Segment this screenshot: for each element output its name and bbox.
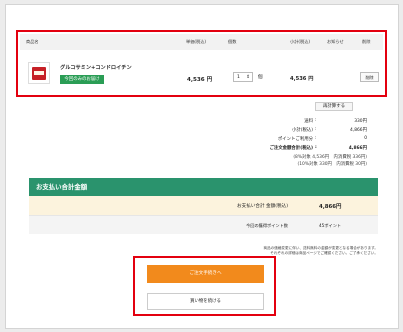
payment-total-section: お支払い合計金額 お支払い合計 金額(税込) 4,866円 今回の獲得ポイント数… <box>29 178 378 234</box>
unit-price: 4,536 円 <box>187 77 213 83</box>
action-buttons: ご注文手続きへ 買い物を続ける <box>133 256 276 316</box>
payment-total-label: お支払い合計 金額(税込) <box>237 204 288 209</box>
payment-total-row: お支払い合計 金額(税込) 4,866円 <box>29 196 378 216</box>
product-name[interactable]: グルコサミン+コンドロイチン <box>60 64 132 71</box>
one-time-delivery-badge: 今回のみのお届け <box>60 75 104 84</box>
header-product: 商品名 <box>26 39 39 44</box>
payment-total-heading: お支払い合計金額 <box>29 178 378 196</box>
summary-row-order-total: ご注文金額合計(税込) : 4,866円 <box>269 145 367 151</box>
continue-shopping-button[interactable]: 買い物を続ける <box>147 293 264 310</box>
cart-item-row: グルコサミン+コンドロイチン 今回のみのお届け 4,536 円 1 ⇕ 個 4,… <box>20 50 383 95</box>
summary-label: ご注文金額合計(税込) <box>269 146 313 151</box>
cart-table-header: 商品名 単価(税込) 個数 小計(税込) お知らせ 削除 <box>20 34 383 50</box>
tax-breakdown-8: (8%対象 4,536円 内消費税 336円) <box>293 155 367 160</box>
summary-row-points-used: ポイントご利用分 : 0 <box>277 136 367 142</box>
quantity-value: 1 <box>237 75 240 80</box>
cart-table: 商品名 単価(税込) 個数 小計(税込) お知らせ 削除 グルコサミン+コンドロ… <box>16 30 387 97</box>
item-subtotal: 4,536 円 <box>290 76 314 82</box>
quantity-unit: 個 <box>258 75 263 80</box>
tax-breakdown-10: (10%対象 330円 内消費税 30円) <box>297 162 367 167</box>
chevron-updown-icon: ⇕ <box>246 75 250 80</box>
payment-total-value: 4,866円 <box>319 204 342 210</box>
delete-button[interactable]: 削除 <box>360 72 379 82</box>
checkout-button[interactable]: ご注文手続きへ <box>147 265 264 283</box>
summary-row-shipping: 送料 : 330円 <box>304 118 367 124</box>
product-box-label <box>34 71 44 75</box>
recalculate-button[interactable]: 再計算する <box>315 102 353 111</box>
summary-label: ポイントご利用分 <box>277 137 313 142</box>
product-thumbnail[interactable] <box>28 62 50 84</box>
header-delete: 削除 <box>362 39 371 44</box>
earned-points-value: 45ポイント <box>319 223 342 228</box>
earned-points-row: 今回の獲得ポイント数 45ポイント <box>29 216 378 234</box>
order-summary: 送料 : 330円 小計(税込) : 4,866円 ポイントご利用分 : 0 ご… <box>6 118 398 173</box>
summary-label: 送料 <box>304 119 313 124</box>
header-notice: お知らせ <box>327 39 344 44</box>
quantity-select[interactable]: 1 ⇕ <box>233 72 253 82</box>
summary-value: 4,866円 <box>350 128 367 133</box>
page-frame: 商品名 単価(税込) 個数 小計(税込) お知らせ 削除 グルコサミン+コンドロ… <box>5 4 399 329</box>
header-subtotal: 小計(税込) <box>290 39 311 44</box>
header-quantity: 個数 <box>228 39 237 44</box>
earned-points-label: 今回の獲得ポイント数 <box>246 223 288 228</box>
header-unit-price: 単価(税込) <box>186 39 207 44</box>
summary-label: 小計(税込) <box>292 128 313 133</box>
summary-value: 330円 <box>354 119 367 124</box>
shipping-note: 商品の価格変更に伴い、送料無料の金額が変更となる場合があります。 それぞれの詳細… <box>29 246 378 256</box>
summary-value: 0 <box>364 136 367 141</box>
summary-row-subtotal: 小計(税込) : 4,866円 <box>292 127 367 133</box>
summary-value: 4,866円 <box>348 146 367 151</box>
